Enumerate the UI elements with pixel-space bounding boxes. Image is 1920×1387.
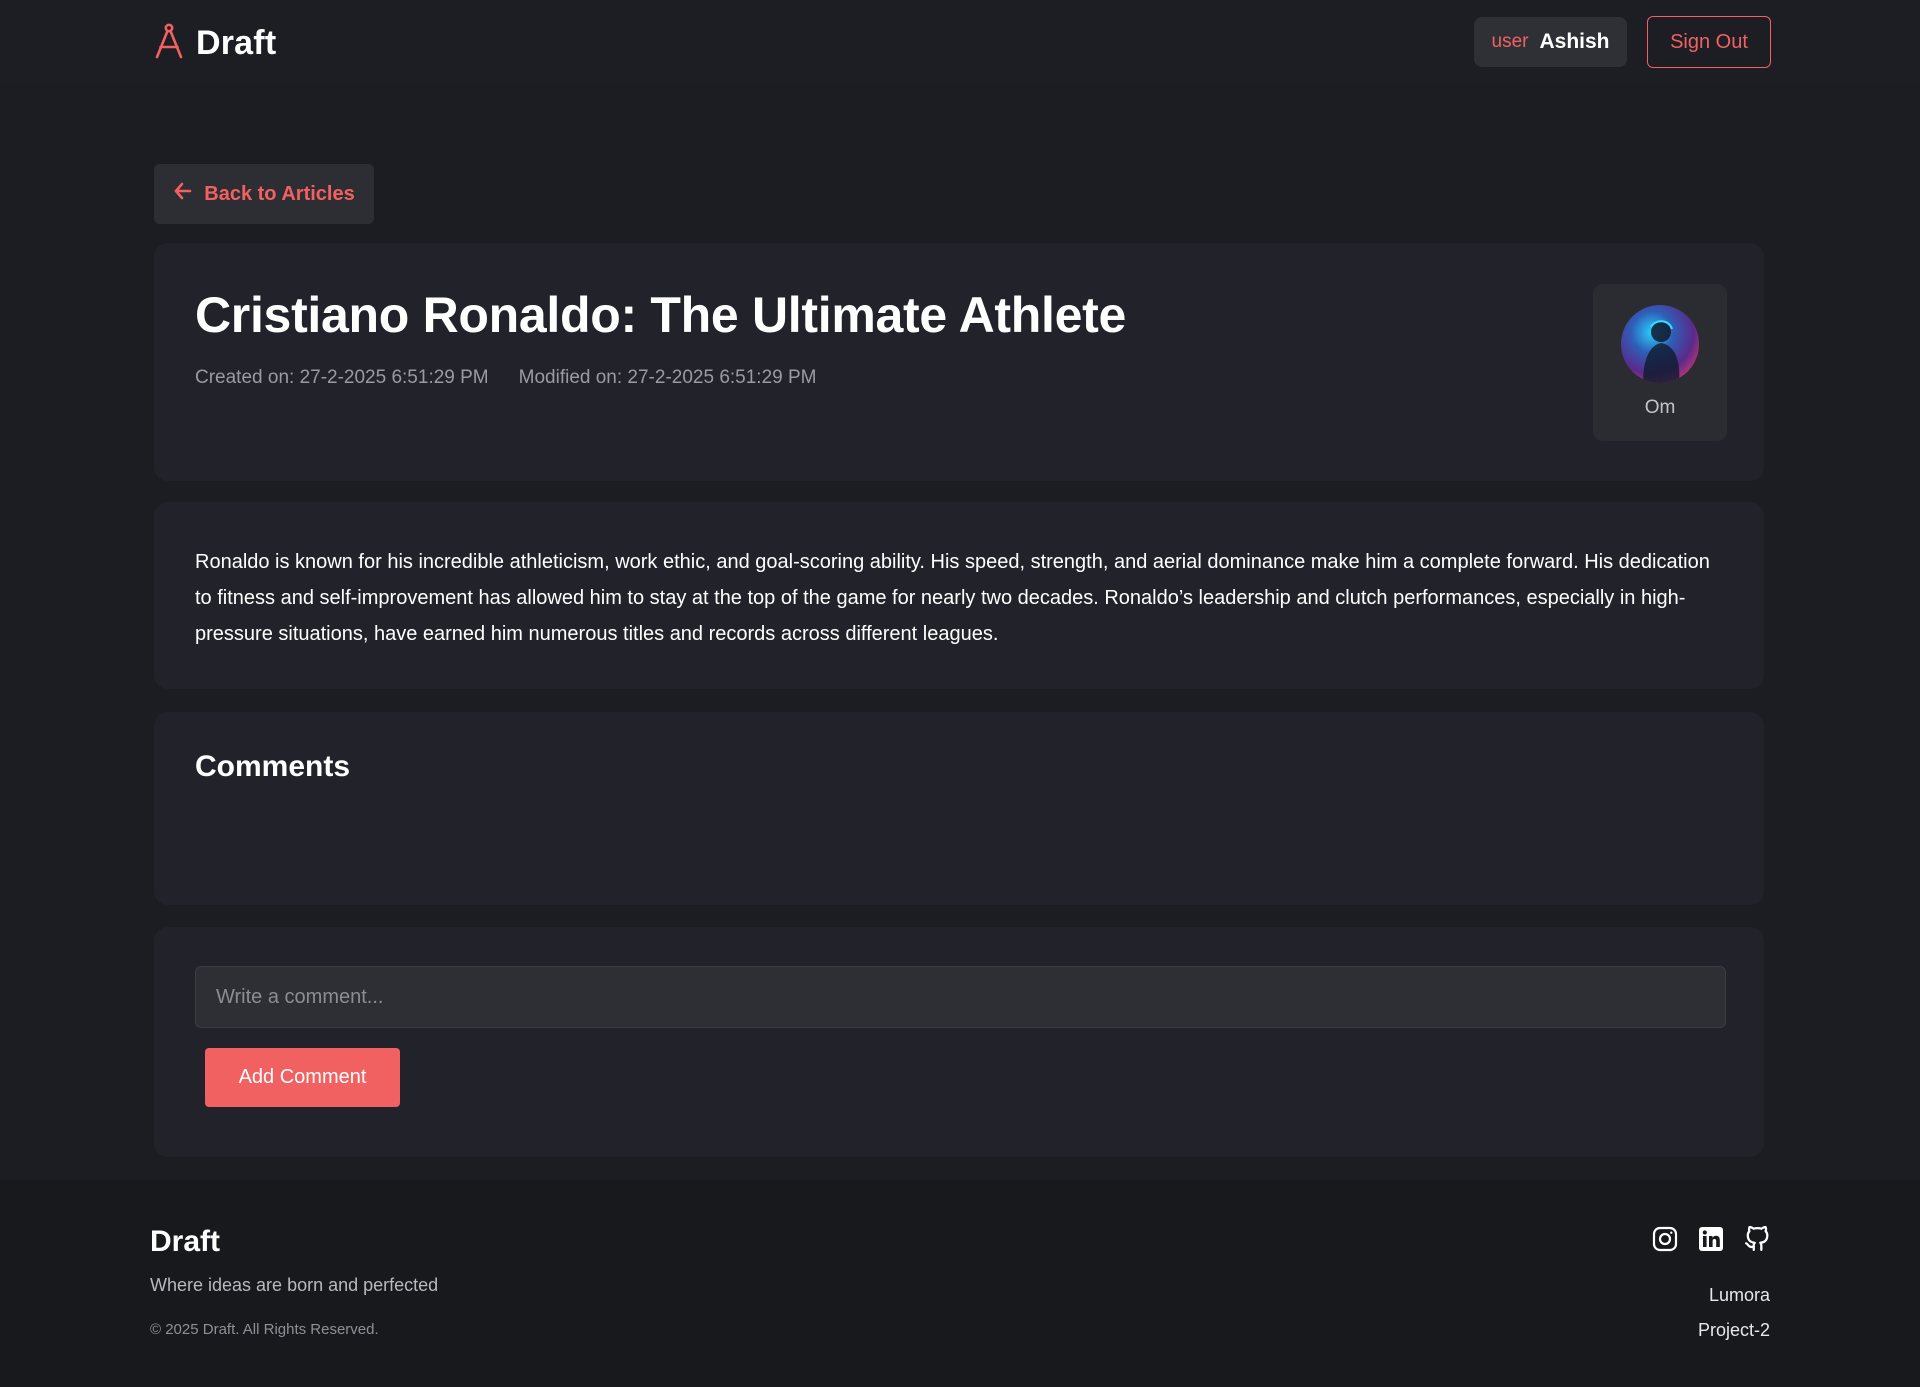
instagram-icon[interactable] xyxy=(1652,1226,1678,1252)
created-date: Created on: 27-2-2025 6:51:29 PM xyxy=(195,367,489,388)
brand-name: Draft xyxy=(196,24,277,62)
comment-input[interactable] xyxy=(195,966,1726,1028)
footer-copyright: © 2025 Draft. All Rights Reserved. xyxy=(150,1321,379,1338)
github-icon[interactable] xyxy=(1744,1225,1770,1252)
brand-logo-link[interactable]: Draft xyxy=(152,22,276,65)
article-header-card: Cristiano Ronaldo: The Ultimate Athlete … xyxy=(154,243,1764,481)
footer-link-project-2[interactable]: Project-2 xyxy=(1698,1320,1770,1341)
user-name: Ashish xyxy=(1539,30,1610,53)
user-badge: user Ashish xyxy=(1474,17,1627,67)
footer: Draft Where ideas are born and perfected… xyxy=(0,1180,1920,1387)
article-title: Cristiano Ronaldo: The Ultimate Athlete xyxy=(195,287,1126,343)
footer-brand: Draft xyxy=(150,1225,221,1258)
footer-tagline: Where ideas are born and perfected xyxy=(150,1275,439,1295)
footer-link-lumora[interactable]: Lumora xyxy=(1709,1285,1770,1306)
footer-links: Lumora Project-2 xyxy=(1698,1285,1770,1341)
arrow-left-icon xyxy=(173,181,193,207)
modified-date: Modified on: 27-2-2025 6:51:29 PM xyxy=(518,367,817,388)
linkedin-icon[interactable] xyxy=(1698,1226,1724,1252)
social-links xyxy=(1652,1225,1770,1252)
back-to-articles-button[interactable]: Back to Articles xyxy=(154,164,374,224)
user-role-label: user xyxy=(1491,31,1529,52)
compass-logo-icon xyxy=(152,22,186,65)
author-card[interactable]: Om xyxy=(1593,284,1727,441)
comments-heading: Comments xyxy=(195,750,351,783)
comment-form: Add Comment xyxy=(154,927,1764,1157)
article-body: Ronaldo is known for his incredible athl… xyxy=(195,551,1710,645)
add-comment-button[interactable]: Add Comment xyxy=(205,1048,400,1107)
sign-out-button[interactable]: Sign Out xyxy=(1647,16,1771,68)
author-name: Om xyxy=(1644,397,1676,418)
article-meta: Created on: 27-2-2025 6:51:29 PM Modifie… xyxy=(195,367,817,389)
top-navbar: Draft user Ashish Sign Out xyxy=(0,0,1920,84)
comments-section: Comments xyxy=(154,712,1764,905)
article-body-card: Ronaldo is known for his incredible athl… xyxy=(154,502,1764,689)
back-to-articles-label: Back to Articles xyxy=(204,182,355,205)
author-avatar xyxy=(1621,305,1699,383)
